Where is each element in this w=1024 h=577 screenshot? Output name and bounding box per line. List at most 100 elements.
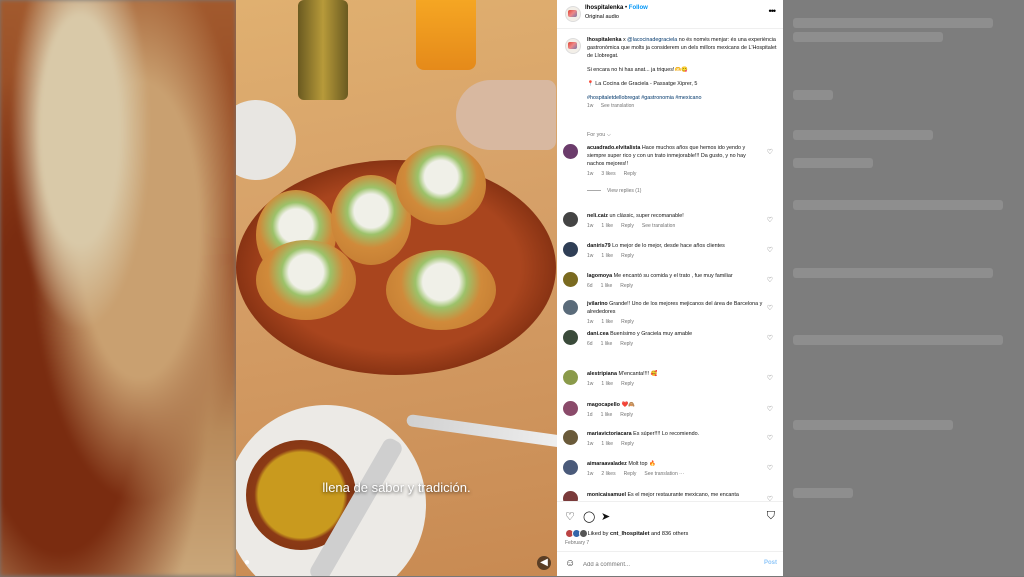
comment-text: Buenísimo y Graciela muy amable bbox=[610, 331, 693, 337]
commenter-avatar[interactable] bbox=[563, 272, 578, 287]
bookmark-icon[interactable]: ⛉ bbox=[767, 510, 775, 523]
heart-icon[interactable]: ♡ bbox=[565, 510, 575, 523]
comment-likes[interactable]: 1 like bbox=[601, 381, 613, 387]
post-button[interactable]: Post bbox=[764, 560, 777, 566]
see-translation-link[interactable]: See translation bbox=[601, 103, 634, 109]
commenter-username[interactable]: dani.cea bbox=[587, 331, 609, 337]
comment-like-heart-icon[interactable]: ♡ bbox=[767, 334, 773, 342]
audio-label[interactable]: Original audio bbox=[585, 14, 619, 20]
commenter-avatar[interactable] bbox=[563, 370, 578, 385]
comment-age: 6d bbox=[587, 341, 593, 347]
comment-like-heart-icon[interactable]: ♡ bbox=[767, 276, 773, 284]
backdrop-right bbox=[783, 0, 1024, 576]
comment-age: 1w bbox=[587, 441, 594, 447]
commenter-username[interactable]: magocapello bbox=[587, 402, 620, 408]
beer-bottle bbox=[298, 0, 348, 100]
caption-avatar[interactable] bbox=[565, 38, 581, 54]
commenter-username[interactable]: mariavictoriacara bbox=[587, 431, 632, 437]
commenter-avatar[interactable] bbox=[563, 460, 578, 475]
comment-input[interactable] bbox=[581, 558, 745, 572]
comment-like-heart-icon[interactable]: ♡ bbox=[767, 148, 773, 156]
speaker-icon[interactable]: ◀ bbox=[537, 556, 551, 570]
commenter-username[interactable]: lagomoya bbox=[587, 273, 612, 279]
reply-button[interactable]: Reply bbox=[621, 319, 634, 325]
commenter-avatar[interactable] bbox=[563, 401, 578, 416]
comment-likes[interactable]: 1 like bbox=[601, 441, 613, 447]
more-horizontal-icon[interactable]: ••• bbox=[769, 6, 777, 16]
comment-age: 1w bbox=[587, 223, 594, 229]
comment-like-heart-icon[interactable]: ♡ bbox=[767, 464, 773, 472]
commenter-username[interactable]: jvilarino bbox=[587, 301, 608, 307]
comments-scroll[interactable]: lhospitalenka x @lacocinadegraciela no é… bbox=[557, 28, 783, 501]
commenter-username[interactable]: monicaisamuel bbox=[587, 492, 626, 498]
commenter-avatar[interactable] bbox=[563, 144, 578, 159]
hashtags[interactable]: #hospitaletdellobregat #gastronomia #mex… bbox=[587, 94, 777, 102]
commenter-username[interactable]: alestripiana bbox=[587, 371, 617, 377]
comment-text: Lo mejor de lo mejor, desde hace años cl… bbox=[612, 243, 725, 249]
comment-age: 1d bbox=[587, 412, 593, 418]
commenter-avatar[interactable] bbox=[563, 242, 578, 257]
for-you-toggle[interactable]: For you ⌵ bbox=[587, 132, 611, 139]
comment-age: 1w bbox=[587, 471, 594, 477]
comment-likes[interactable]: 1 like bbox=[601, 283, 613, 289]
comment-likes[interactable]: 1 like bbox=[601, 341, 613, 347]
author-avatar[interactable] bbox=[565, 6, 581, 22]
reply-button[interactable]: Reply bbox=[621, 223, 634, 229]
liked-by[interactable]: Liked by cnt_lhospitalet and 836 others bbox=[565, 529, 688, 538]
reply-button[interactable]: Reply bbox=[620, 341, 633, 347]
reply-button[interactable]: Reply bbox=[624, 471, 637, 477]
smiley-icon[interactable]: ☺ bbox=[565, 558, 575, 569]
comment-likes[interactable]: 2 likes bbox=[601, 471, 615, 477]
comment-text: Es el mejor restaurante mexicano, me enc… bbox=[627, 492, 739, 498]
comment-likes[interactable]: 1 like bbox=[601, 412, 613, 418]
comment-composer: ☺ Post bbox=[557, 551, 783, 577]
post-panel: lhospitalenka • Follow Original audio ••… bbox=[557, 0, 783, 576]
commenter-username[interactable]: neli.caiz bbox=[587, 213, 608, 219]
see-translation-link[interactable]: See translation bbox=[642, 223, 675, 229]
backdrop-left bbox=[0, 0, 236, 576]
comment-age: 6d bbox=[587, 283, 593, 289]
commenter-username[interactable]: acuadrado.elvitalista bbox=[587, 145, 640, 151]
mention-link[interactable]: @lacocinadegraciela bbox=[627, 37, 677, 43]
view-replies-link[interactable]: View replies (1) bbox=[587, 188, 641, 194]
comment-like-heart-icon[interactable]: ♡ bbox=[767, 374, 773, 382]
commenter-avatar[interactable] bbox=[563, 330, 578, 345]
reply-button[interactable]: Reply bbox=[620, 412, 633, 418]
commenter-username[interactable]: aimaraavaladez bbox=[587, 461, 627, 467]
comment-like-heart-icon[interactable]: ♡ bbox=[767, 434, 773, 442]
reply-button[interactable]: Reply bbox=[621, 441, 634, 447]
reply-button[interactable]: Reply bbox=[620, 283, 633, 289]
see-translation-link[interactable]: See translation ··· bbox=[644, 471, 684, 477]
comment-text: Molt top 🔥 bbox=[628, 461, 656, 467]
reply-button[interactable]: Reply bbox=[621, 253, 634, 259]
commenter-avatar[interactable] bbox=[563, 300, 578, 315]
juice-glass bbox=[416, 0, 476, 70]
reel-video[interactable]: llena de sabor y tradición. ● ◀ bbox=[236, 0, 557, 576]
commenter-avatar[interactable] bbox=[563, 212, 578, 227]
comment-like-heart-icon[interactable]: ♡ bbox=[767, 405, 773, 413]
comment-icon[interactable]: ◯ bbox=[583, 510, 595, 523]
commenter-username[interactable]: daniris79 bbox=[587, 243, 611, 249]
person-icon[interactable]: ● bbox=[240, 556, 254, 570]
comment-likes[interactable]: 1 like bbox=[601, 223, 613, 229]
liked-by-user[interactable]: cnt_lhospitalet bbox=[610, 531, 649, 537]
comment-likes[interactable]: 1 like bbox=[601, 253, 613, 259]
comment-like-heart-icon[interactable]: ♡ bbox=[767, 304, 773, 312]
comment-text: M'encanta!!!! 🥰 bbox=[618, 371, 658, 377]
comment-like-heart-icon[interactable]: ♡ bbox=[767, 246, 773, 254]
post-date: February 7 bbox=[565, 540, 590, 546]
send-icon[interactable]: ➤ bbox=[601, 510, 610, 523]
reply-button[interactable]: Reply bbox=[624, 171, 637, 177]
comment-likes[interactable]: 3 likes bbox=[601, 171, 615, 177]
author-username[interactable]: lhospitalenka bbox=[585, 5, 623, 11]
commenter-avatar[interactable] bbox=[563, 491, 578, 501]
post-header: lhospitalenka • Follow Original audio ••… bbox=[557, 0, 783, 29]
follow-button[interactable]: Follow bbox=[629, 5, 648, 11]
caption-author[interactable]: lhospitalenka bbox=[587, 37, 621, 43]
reply-button[interactable]: Reply bbox=[621, 381, 634, 387]
comment-likes[interactable]: 1 like bbox=[601, 319, 613, 325]
comment-age: 1w bbox=[587, 319, 594, 325]
comment-age: 1w bbox=[587, 253, 594, 259]
commenter-avatar[interactable] bbox=[563, 430, 578, 445]
comment-like-heart-icon[interactable]: ♡ bbox=[767, 216, 773, 224]
